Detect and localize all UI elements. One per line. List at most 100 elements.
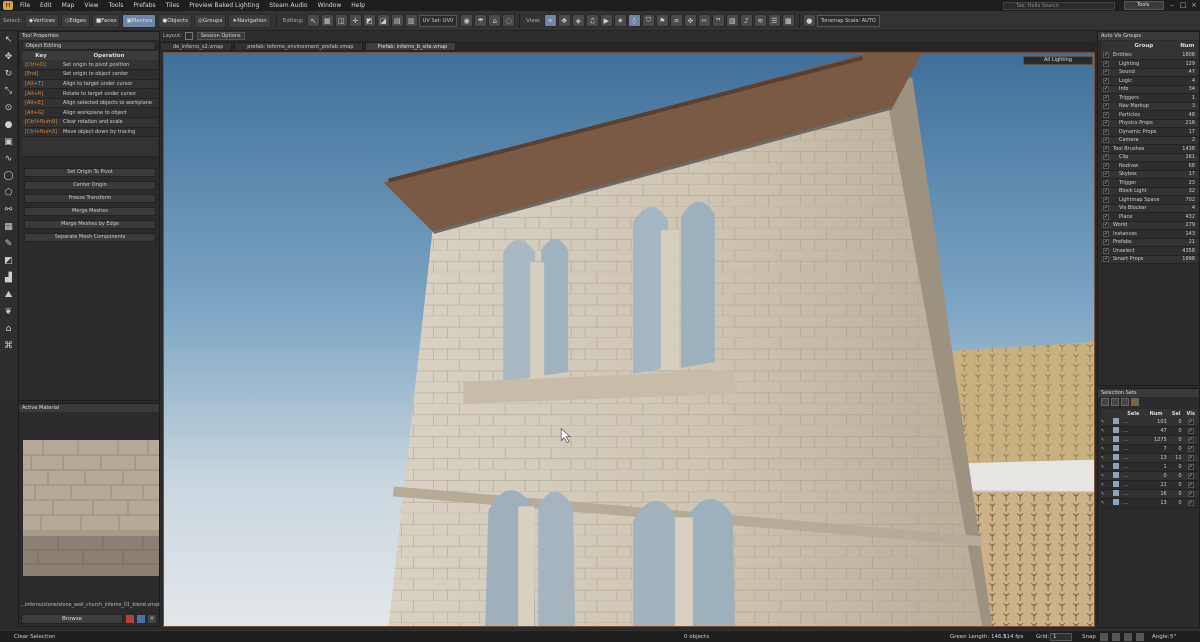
session-options-dropdown[interactable]: Session Options <box>196 32 245 40</box>
walk-icon[interactable]: ⚑ <box>655 14 669 27</box>
vis-group-row[interactable]: ✓ Block Light 32 <box>1101 187 1198 196</box>
set-visibility-checkbox[interactable]: ✓ <box>1183 471 1198 481</box>
remove-set-icon[interactable] <box>1111 398 1119 406</box>
material-preview[interactable] <box>23 440 159 576</box>
rotate-tool-icon[interactable]: ↻ <box>2 67 16 81</box>
vis-group-row[interactable]: ✓ Logic 4 <box>1101 76 1198 86</box>
layout-single-icon[interactable] <box>184 32 193 40</box>
tile-tool-icon[interactable]: ◩ <box>2 254 16 268</box>
vis-group-row[interactable]: ✓ Unselect 4358 <box>1101 246 1198 256</box>
cursor-icon[interactable]: ↖ <box>306 14 320 27</box>
set-select-cell[interactable]: … <box>1123 462 1144 472</box>
vis-group-row[interactable]: ✓ Skybox 17 <box>1101 170 1198 179</box>
set-select-cell[interactable]: … <box>1123 489 1144 499</box>
select-set-icon[interactable]: ↖ <box>1101 498 1113 508</box>
visibility-checkbox[interactable]: ✓ <box>1103 77 1109 84</box>
table-row[interactable]: [Alt+T] Align to target under cursor <box>22 79 158 90</box>
vis-group-row[interactable]: ✓ Lightmap Space 702 <box>1101 195 1198 205</box>
visibility-checkbox[interactable]: ✓ <box>1103 128 1109 135</box>
tab-de-inferno-s2[interactable]: de_inferno_s2.vmap <box>160 42 233 51</box>
visibility-checkbox[interactable]: ✓ <box>1103 52 1109 58</box>
foliage-tool-icon[interactable]: ❦ <box>2 305 16 319</box>
visibility-checkbox[interactable]: ✓ <box>1103 145 1109 152</box>
visibility-checkbox[interactable]: ✓ <box>1103 60 1109 67</box>
set-select-cell[interactable]: … <box>1123 498 1144 508</box>
lighting-dropdown[interactable]: All Lighting <box>1023 56 1093 65</box>
pivot-icon[interactable]: ✛ <box>348 14 362 27</box>
add-set-icon[interactable] <box>1101 398 1109 406</box>
stats-icon[interactable]: ▧ <box>725 14 739 27</box>
selection-set-row[interactable]: ↖ … 47 0 ✓ <box>1101 426 1198 436</box>
vis-group-row[interactable]: ✓ Nodraw 68 <box>1101 161 1198 171</box>
snap-grid-icon[interactable] <box>1112 632 1120 641</box>
snap-icon[interactable]: ◫ <box>334 14 348 27</box>
set-select-cell[interactable]: … <box>1123 435 1144 445</box>
table-row[interactable]: [Ctrl+Num3] Move object down by tracing <box>22 127 158 138</box>
sound-icon[interactable]: ♫ <box>585 14 599 27</box>
hidden-icon[interactable]: ◌ <box>502 14 516 27</box>
select-set-icon[interactable]: ↖ <box>1101 444 1113 454</box>
set-select-cell[interactable]: … <box>1123 444 1144 454</box>
select-set-icon[interactable]: ↖ <box>1101 480 1113 490</box>
set-select-cell[interactable]: … <box>1123 480 1144 490</box>
select-tool-icon[interactable]: ↖ <box>2 33 16 47</box>
set-origin-to-pivot-button[interactable]: Set Origin To Pivot <box>24 168 156 178</box>
groups-mode-button[interactable]: ◎ Groups <box>194 13 227 28</box>
separate-mesh-components-button[interactable]: Separate Mesh Components <box>24 233 156 243</box>
transform-icon[interactable]: ▤ <box>390 14 404 27</box>
set-visibility-checkbox[interactable]: ✓ <box>1183 426 1198 436</box>
vis-group-row[interactable]: ✓ Prefabs 21 <box>1101 238 1198 247</box>
set-visibility-checkbox[interactable]: ✓ <box>1183 444 1198 454</box>
table-row[interactable]: [Alt+E] Align selected objects to workpla… <box>22 98 158 109</box>
select-set-icon[interactable]: ↖ <box>1101 489 1113 499</box>
tonemap-dropdown[interactable]: Tonemap Scale: AUTO <box>816 14 880 27</box>
visibility-checkbox[interactable]: ✓ <box>1103 230 1109 237</box>
set-select-cell[interactable]: … <box>1123 426 1144 436</box>
vis-group-row[interactable]: ✓ Triggers 1 <box>1101 93 1198 103</box>
shield-icon[interactable]: ⛉ <box>641 14 655 27</box>
record-icon[interactable]: ● <box>802 14 816 27</box>
table-row[interactable]: [End] Set origin to object center <box>22 69 158 80</box>
light-icon[interactable]: ✷ <box>613 14 627 27</box>
visibility-checkbox[interactable]: ✓ <box>1103 120 1109 127</box>
visibility-checkbox[interactable]: ✓ <box>1103 222 1109 229</box>
menu-view[interactable]: View <box>79 0 103 11</box>
vertices-mode-button[interactable]: ◆ Vertices <box>24 13 60 28</box>
selection-set-row[interactable]: ↖ … 16 0 ✓ <box>1101 489 1198 499</box>
visibility-checkbox[interactable]: ✓ <box>1103 162 1109 169</box>
clip-icon[interactable]: ✂ <box>697 14 711 27</box>
camera-icon[interactable]: ▶ <box>599 14 613 27</box>
select-set-icon[interactable]: ↖ <box>1101 453 1113 463</box>
selection-set-row[interactable]: ↖ … 13 0 ✓ <box>1101 498 1198 508</box>
set-visibility-checkbox[interactable]: ✓ <box>1183 453 1198 463</box>
material-icon[interactable]: ◉ <box>460 14 474 27</box>
merge-meshes-by-edge-button[interactable]: Merge Meshes by Edge <box>24 220 156 230</box>
polygon-tool-icon[interactable]: ⬠ <box>2 186 16 200</box>
vis-icon[interactable]: ◈ <box>571 14 585 27</box>
tab-inferno-b-site[interactable]: Prefab: inferno_b_site.vmap <box>364 42 457 51</box>
visibility-checkbox[interactable]: ✓ <box>1103 171 1109 178</box>
3d-viewport[interactable] <box>163 52 1095 627</box>
sphere-tool-icon[interactable]: ● <box>2 118 16 132</box>
selection-set-row[interactable]: ↖ … 1 0 ✓ <box>1101 462 1198 472</box>
material-close-icon[interactable]: × <box>148 615 156 623</box>
angle-value[interactable]: 5° <box>1170 634 1176 640</box>
pivot-tool-icon[interactable]: ⊙ <box>2 101 16 115</box>
material-color-icon[interactable] <box>126 615 134 623</box>
menu-tiles[interactable]: Tiles <box>161 0 185 11</box>
vis-group-row[interactable]: ✓ Tool Brushes 1438 <box>1101 144 1198 154</box>
selection-set-row[interactable]: ↖ … 103 0 ✓ <box>1101 418 1198 427</box>
vis-group-row[interactable]: ✓ Info 34 <box>1101 85 1198 94</box>
select-set-icon[interactable]: ↖ <box>1101 462 1113 472</box>
vis-group-row[interactable]: ✓ Particles 48 <box>1101 110 1198 120</box>
maximize-icon[interactable]: □ <box>1178 1 1188 10</box>
visibility-checkbox[interactable]: ✓ <box>1103 69 1109 76</box>
menu-edit[interactable]: Edit <box>35 0 57 11</box>
vis-group-row[interactable]: ✓ Vis Blocker 4 <box>1101 204 1198 213</box>
set-visibility-checkbox[interactable]: ✓ <box>1183 418 1198 427</box>
select-set-icon[interactable]: ↖ <box>1101 426 1113 436</box>
selection-set-row[interactable]: ↖ … 1275 0 ✓ <box>1101 435 1198 445</box>
snap-toggle-icon[interactable] <box>1100 632 1108 641</box>
minimize-icon[interactable]: – <box>1167 1 1177 10</box>
freeze-transform-button[interactable]: Freeze Transform <box>24 194 156 204</box>
